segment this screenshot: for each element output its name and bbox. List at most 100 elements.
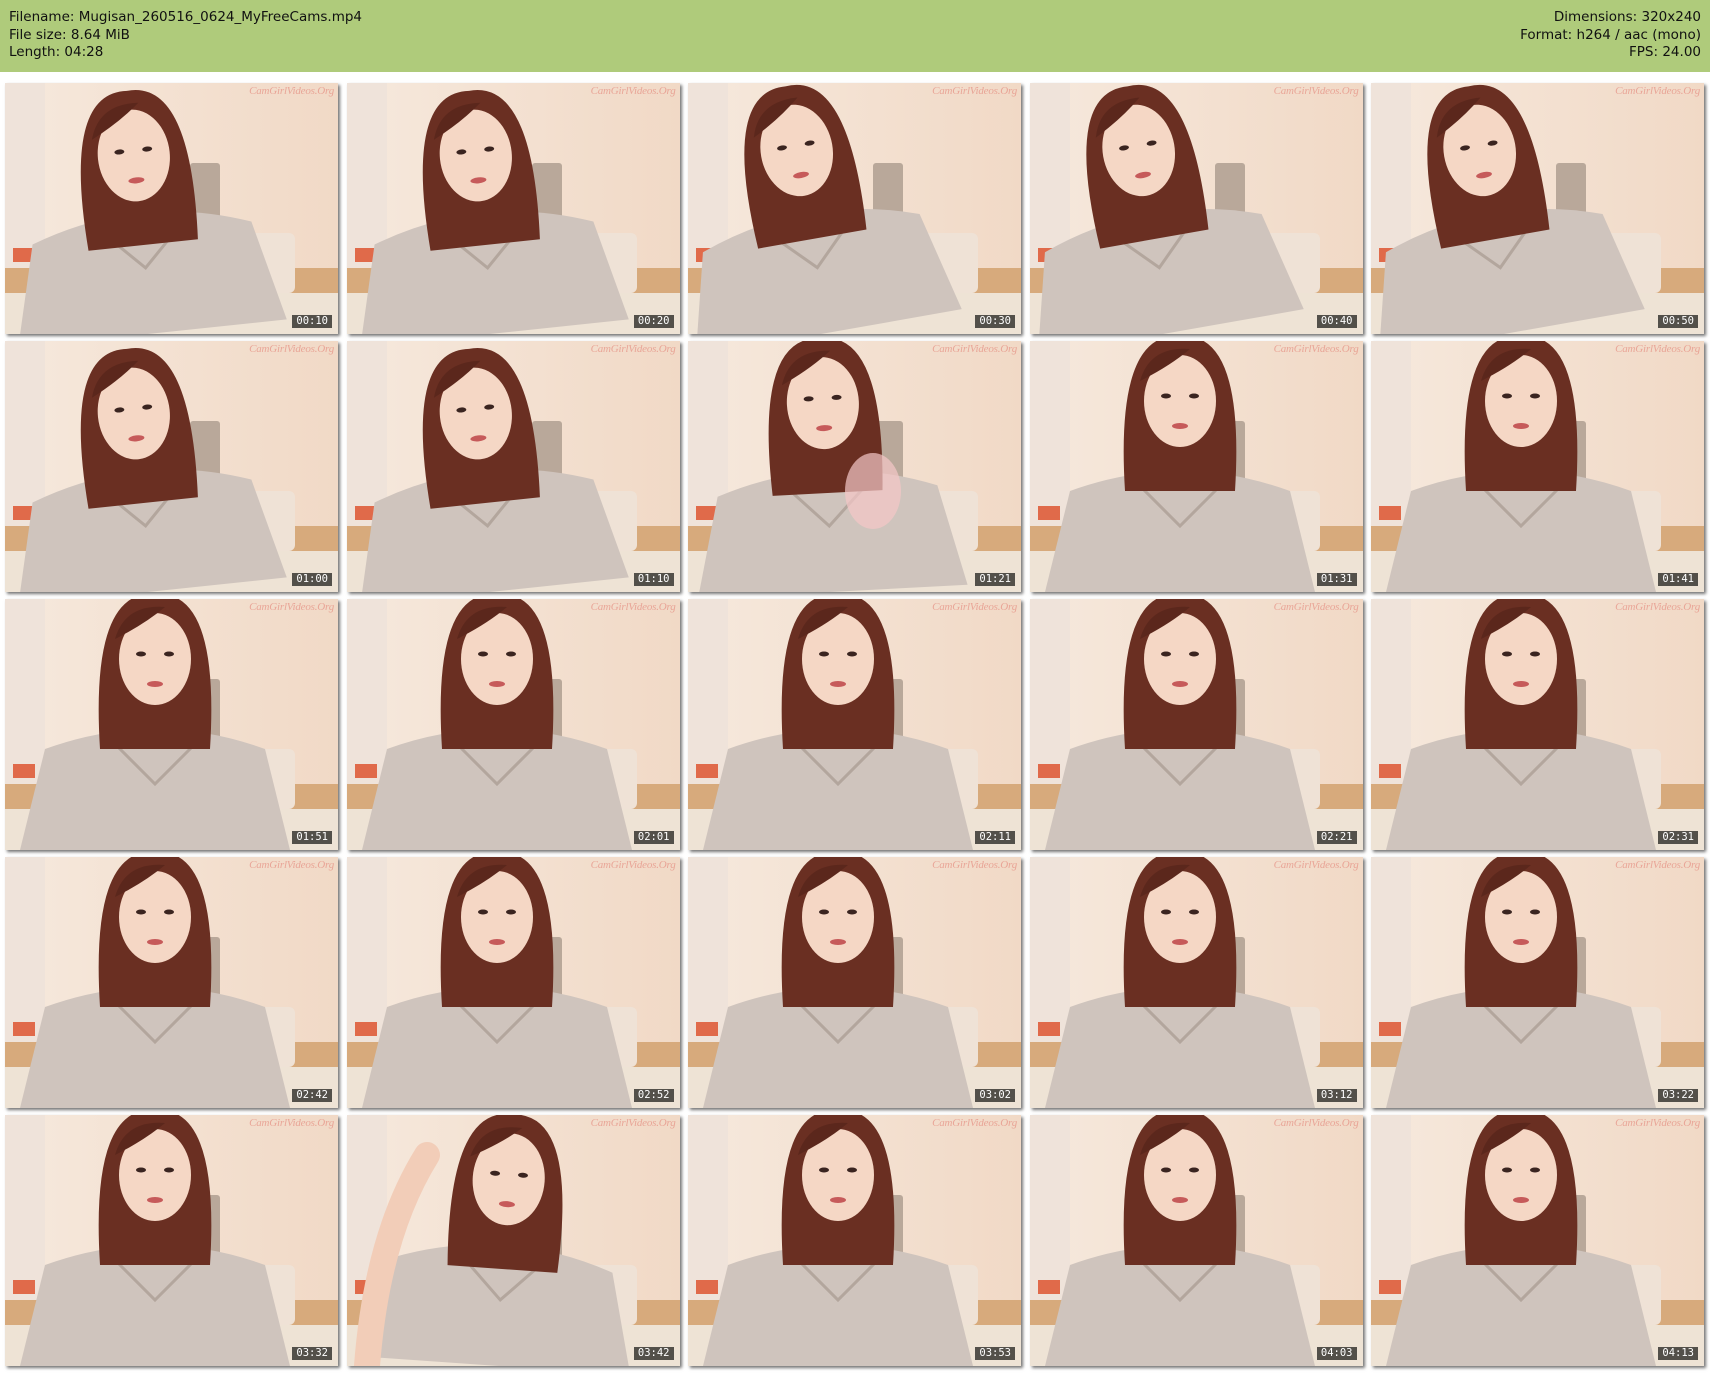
frame-image (1371, 83, 1704, 334)
thumbnail[interactable]: CamGirlVideos.Org 02:01 (346, 599, 680, 850)
left-eye (477, 909, 488, 915)
mouth (147, 1197, 163, 1203)
right-eye (164, 909, 174, 915)
box-item (13, 1280, 35, 1294)
thumbnail[interactable]: CamGirlVideos.Org 00:20 (346, 83, 680, 334)
right-eye (847, 651, 857, 657)
box-item (1037, 764, 1060, 778)
box-item (1379, 1280, 1401, 1294)
box-item (1037, 506, 1060, 520)
box-item (1379, 764, 1401, 778)
watermark-logo: CamGirlVideos.Org (590, 601, 676, 613)
fps-label: FPS: 24.00 (1629, 44, 1701, 60)
timestamp-badge: 00:30 (975, 315, 1015, 328)
watermark-logo: CamGirlVideos.Org (1615, 1117, 1700, 1129)
timestamp-badge: 02:42 (292, 1089, 332, 1102)
mouth (830, 939, 846, 945)
thumbnail[interactable]: CamGirlVideos.Org 00:50 (1371, 83, 1704, 334)
thumbnail[interactable]: CamGirlVideos.Org 02:52 (346, 857, 680, 1108)
right-eye (164, 1167, 174, 1173)
left-eye (1502, 651, 1512, 657)
box-item (354, 1022, 377, 1036)
left-eye (136, 1167, 146, 1173)
watermark-logo: CamGirlVideos.Org (1615, 601, 1700, 613)
timestamp-badge: 00:50 (1658, 315, 1698, 328)
box-item (13, 1022, 35, 1036)
box-item (1037, 1022, 1060, 1036)
right-eye (1188, 1167, 1199, 1173)
thumbnail[interactable]: CamGirlVideos.Org 01:31 (1029, 341, 1363, 592)
length-label: Length: 04:28 (9, 44, 104, 60)
thumbnail[interactable]: CamGirlVideos.Org 04:03 (1029, 1115, 1363, 1366)
timestamp-badge: 02:11 (975, 831, 1015, 844)
watermark-logo: CamGirlVideos.Org (249, 1117, 334, 1129)
thumbnail[interactable]: CamGirlVideos.Org 01:51 (5, 599, 338, 850)
thumbnail[interactable]: CamGirlVideos.Org 00:40 (1029, 83, 1363, 334)
timestamp-badge: 03:12 (1316, 1089, 1357, 1102)
timestamp-badge: 04:13 (1658, 1347, 1698, 1360)
timestamp-badge: 01:10 (633, 573, 674, 586)
thumbnail[interactable]: CamGirlVideos.Org 03:53 (688, 1115, 1021, 1366)
box-item (696, 1022, 718, 1036)
mouth (1513, 423, 1529, 429)
frame-image (5, 857, 338, 1108)
thumbnail[interactable]: CamGirlVideos.Org 03:32 (5, 1115, 338, 1366)
watermark-logo: CamGirlVideos.Org (590, 85, 676, 97)
watermark-logo: CamGirlVideos.Org (1273, 85, 1359, 97)
timestamp-badge: 03:32 (292, 1347, 332, 1360)
hand (845, 453, 901, 529)
left-eye (819, 909, 829, 915)
thumbnail[interactable]: CamGirlVideos.Org 02:31 (1371, 599, 1704, 850)
thumbnail[interactable]: CamGirlVideos.Org 02:21 (1029, 599, 1363, 850)
thumbnail[interactable]: CamGirlVideos.Org 00:30 (688, 83, 1021, 334)
left-eye (1160, 651, 1171, 657)
thumbnail[interactable]: CamGirlVideos.Org 03:42 (346, 1115, 680, 1366)
mouth (1513, 939, 1529, 945)
dimensions-label: Dimensions: 320x240 (1553, 9, 1701, 25)
frame-image (688, 857, 1021, 1108)
timestamp-badge: 04:03 (1316, 1347, 1357, 1360)
mouth (830, 681, 846, 687)
left-eye (1160, 393, 1171, 399)
watermark-logo: CamGirlVideos.Org (249, 601, 334, 613)
thumbnail[interactable]: CamGirlVideos.Org 01:41 (1371, 341, 1704, 592)
right-eye (1530, 909, 1540, 915)
thumbnail[interactable]: CamGirlVideos.Org 00:10 (5, 83, 338, 334)
frame-image (1371, 341, 1704, 592)
thumbnail[interactable]: CamGirlVideos.Org 01:10 (346, 341, 680, 592)
timestamp-badge: 02:31 (1658, 831, 1698, 844)
filesize-label: File size: 8.64 MiB (9, 26, 130, 43)
frame-image (346, 341, 680, 592)
frame-image (688, 83, 1021, 334)
thumbnail[interactable]: CamGirlVideos.Org 01:00 (5, 341, 338, 592)
watermark-logo: CamGirlVideos.Org (1273, 343, 1359, 355)
watermark-logo: CamGirlVideos.Org (932, 85, 1017, 97)
mouth (830, 1197, 846, 1203)
watermark-logo: CamGirlVideos.Org (1273, 859, 1359, 871)
frame-image (5, 1115, 338, 1366)
left-eye (819, 1167, 829, 1173)
timestamp-badge: 03:02 (975, 1089, 1015, 1102)
frame-image (1029, 857, 1363, 1108)
left-eye (1160, 1167, 1171, 1173)
thumbnail[interactable]: CamGirlVideos.Org 03:22 (1371, 857, 1704, 1108)
frame-image (688, 599, 1021, 850)
thumbnail[interactable]: CamGirlVideos.Org 03:12 (1029, 857, 1363, 1108)
watermark-logo: CamGirlVideos.Org (249, 343, 334, 355)
thumbnail[interactable]: CamGirlVideos.Org 02:42 (5, 857, 338, 1108)
thumbnail[interactable]: CamGirlVideos.Org 04:13 (1371, 1115, 1704, 1366)
filename-label: Filename: Mugisan_260516_0624_MyFreeCams… (9, 9, 363, 25)
timestamp-badge: 00:40 (1316, 315, 1357, 328)
thumbnail[interactable]: CamGirlVideos.Org 01:21 (688, 341, 1021, 592)
frame-image (1029, 83, 1363, 334)
thumbnail[interactable]: CamGirlVideos.Org 03:02 (688, 857, 1021, 1108)
timestamp-badge: 03:42 (633, 1347, 674, 1360)
right-eye (1188, 393, 1199, 399)
header-left-info: Filename: Mugisan_260516_0624_MyFreeCams… (9, 9, 362, 62)
frame-image (1371, 857, 1704, 1108)
header-right-info: Dimensions: 320x240 Format: h264 / aac (… (1520, 9, 1701, 62)
right-eye (847, 1167, 857, 1173)
right-eye (1188, 909, 1199, 915)
frame-image (688, 1115, 1021, 1366)
thumbnail[interactable]: CamGirlVideos.Org 02:11 (688, 599, 1021, 850)
